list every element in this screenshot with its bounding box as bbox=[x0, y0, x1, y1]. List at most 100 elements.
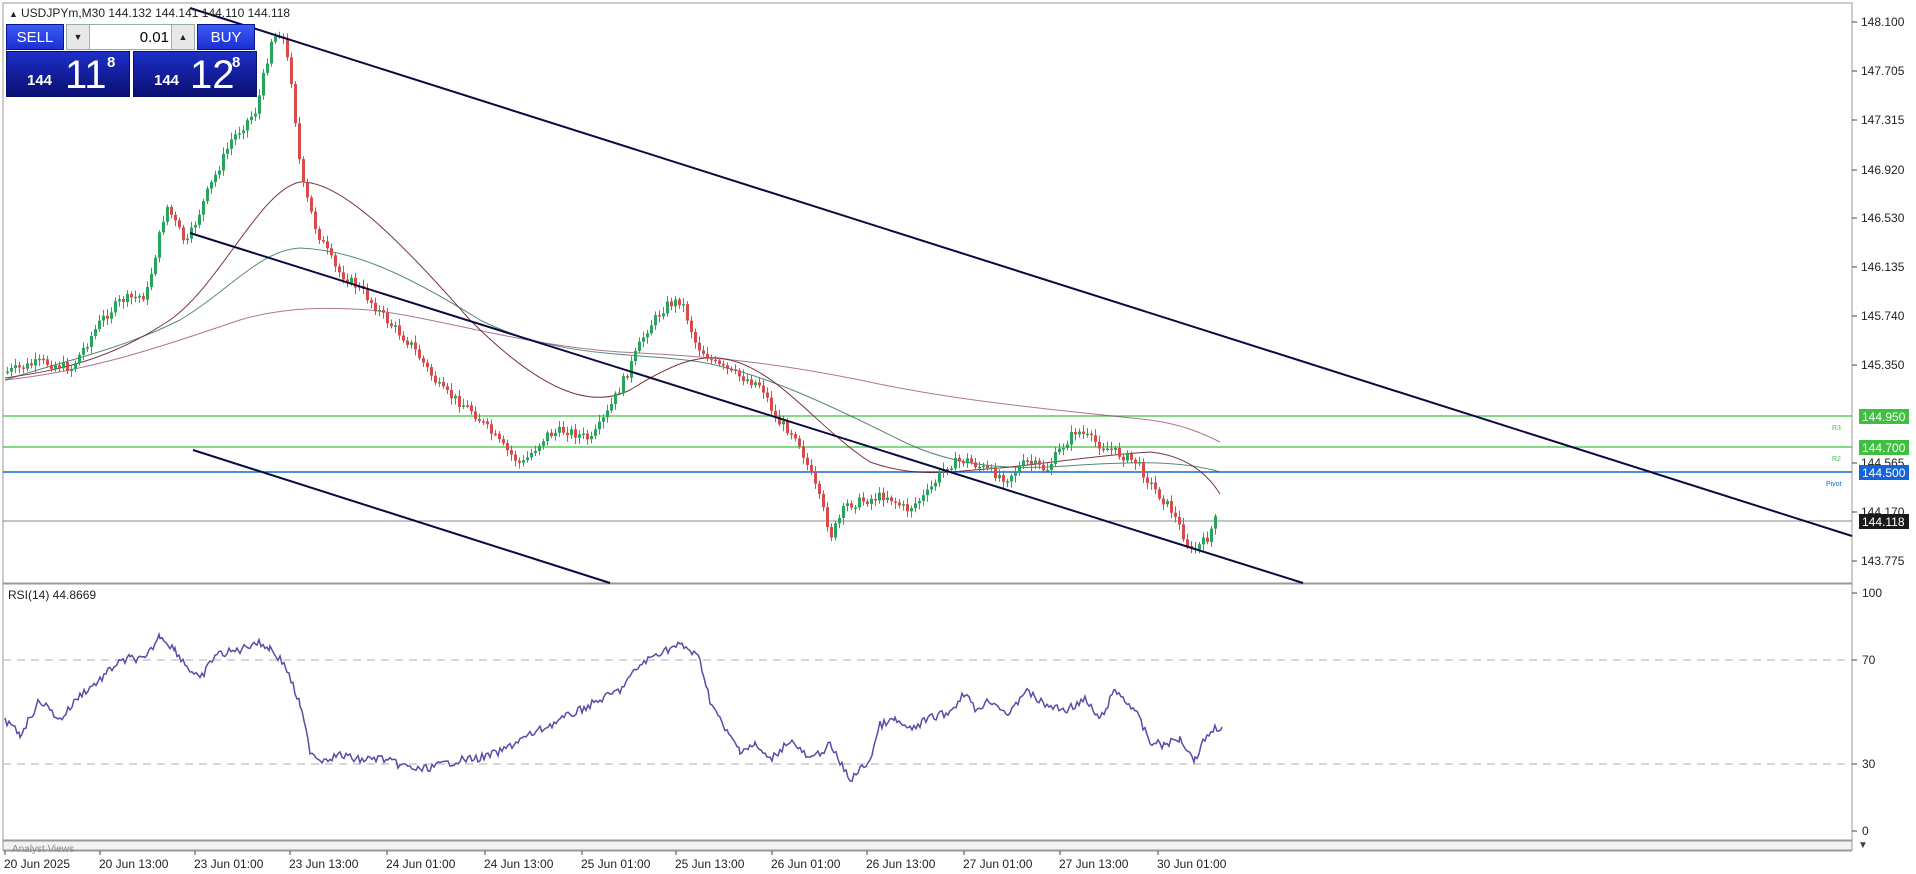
candle-body bbox=[86, 346, 89, 349]
candle-body bbox=[686, 304, 689, 321]
candle-body bbox=[854, 507, 857, 509]
candle-body bbox=[210, 182, 213, 189]
candle-body bbox=[218, 170, 221, 175]
candle-body bbox=[718, 360, 721, 364]
candle-body bbox=[110, 312, 113, 319]
candle-body bbox=[514, 454, 517, 461]
buy-button[interactable]: BUY bbox=[197, 24, 255, 50]
candle-body bbox=[822, 494, 825, 508]
candle-body bbox=[642, 337, 645, 342]
time-tick: 24 Jun 01:00 bbox=[386, 851, 456, 871]
analyst-views-tab[interactable]: Analyst Views bbox=[12, 844, 74, 855]
candle-body bbox=[570, 429, 573, 436]
candle-body bbox=[954, 457, 957, 469]
candle-body bbox=[666, 301, 669, 314]
price-tick-label: 148.100 bbox=[1861, 15, 1905, 29]
time-tick: 27 Jun 13:00 bbox=[1059, 851, 1129, 871]
candle-body bbox=[974, 462, 977, 468]
candle-body bbox=[202, 201, 205, 215]
candle-body bbox=[1070, 432, 1073, 445]
candle-body bbox=[186, 238, 189, 241]
candle-body bbox=[962, 461, 965, 464]
time-axis[interactable]: 20 Jun 2025 20 Jun 13:00 23 Jun 01:00 23… bbox=[4, 851, 1227, 871]
candle-body bbox=[606, 410, 609, 418]
pivot-level-label: Pivot bbox=[1826, 481, 1842, 488]
candle-body bbox=[1046, 469, 1049, 472]
candle-body bbox=[930, 486, 933, 490]
candle-body bbox=[578, 434, 581, 438]
candle-body bbox=[246, 120, 249, 131]
candle-body bbox=[1034, 460, 1037, 465]
candle-body bbox=[1006, 481, 1009, 483]
candle-body bbox=[398, 325, 401, 336]
sell-button[interactable]: SELL bbox=[6, 24, 64, 50]
candle-body bbox=[154, 257, 157, 275]
candle-body bbox=[1214, 516, 1217, 529]
candle-body bbox=[242, 130, 245, 134]
time-tick-label: 26 Jun 13:00 bbox=[866, 857, 936, 871]
lot-increase-icon[interactable]: ▲ bbox=[171, 25, 194, 49]
lot-decrease-icon[interactable]: ▼ bbox=[67, 25, 90, 49]
current-price-tag-label: 144.118 bbox=[1862, 515, 1905, 529]
candle-body bbox=[1050, 463, 1053, 470]
candle-body bbox=[66, 362, 69, 372]
candle-body bbox=[742, 376, 745, 382]
price-tick: 146.135 bbox=[1852, 260, 1905, 274]
candle-body bbox=[274, 36, 277, 42]
candle-body bbox=[214, 174, 217, 183]
sell-price-box[interactable]: 144 11 8 bbox=[6, 51, 130, 97]
candle-body bbox=[290, 57, 293, 85]
candle-body bbox=[558, 426, 561, 433]
candle-body bbox=[338, 266, 341, 273]
candle-body bbox=[1182, 524, 1185, 540]
candle-body bbox=[270, 41, 273, 64]
candle-body bbox=[730, 368, 733, 371]
analyst-views-bar[interactable] bbox=[2, 840, 1853, 851]
candle-body bbox=[602, 417, 605, 422]
candle-body bbox=[1178, 516, 1181, 525]
chevron-down-icon[interactable]: ▼ bbox=[1858, 840, 1868, 851]
candle-body bbox=[698, 342, 701, 351]
r3-price-tag-label: 144.950 bbox=[1862, 410, 1906, 424]
candle-body bbox=[1038, 460, 1041, 465]
price-tick: 146.530 bbox=[1852, 211, 1905, 225]
sell-price-prefix: 144 bbox=[27, 72, 53, 89]
candle-body bbox=[830, 527, 833, 538]
candle-body bbox=[230, 139, 233, 149]
candle-body bbox=[1094, 435, 1097, 442]
candle-body bbox=[478, 419, 481, 422]
candle-body bbox=[522, 460, 525, 463]
candle-body bbox=[886, 497, 889, 501]
candle-body bbox=[814, 472, 817, 484]
price-axis[interactable]: 148.100 147.705 147.315 146.920 146.530 … bbox=[1852, 15, 1905, 568]
symbol-triangle-icon[interactable]: ▲ bbox=[9, 9, 18, 19]
candle-body bbox=[866, 501, 869, 504]
time-tick-label: 23 Jun 13:00 bbox=[289, 857, 359, 871]
sell-price-sup: 8 bbox=[107, 54, 116, 71]
buy-price-box[interactable]: 144 12 8 bbox=[133, 51, 257, 97]
candle-body bbox=[638, 341, 641, 351]
lot-size-input[interactable] bbox=[91, 25, 173, 49]
candle-body bbox=[594, 429, 597, 436]
candle-body bbox=[1014, 472, 1017, 476]
candle-body bbox=[714, 359, 717, 362]
candle-body bbox=[1106, 448, 1109, 451]
candle-body bbox=[1126, 453, 1129, 461]
candle-body bbox=[430, 367, 433, 376]
candle-body bbox=[850, 503, 853, 508]
candle-body bbox=[710, 358, 713, 361]
candle-body bbox=[74, 363, 77, 370]
candle-body bbox=[858, 497, 861, 508]
candle-body bbox=[998, 474, 1001, 479]
price-tick-label: 145.740 bbox=[1861, 309, 1905, 323]
candle-body bbox=[746, 379, 749, 382]
candle-body bbox=[738, 370, 741, 377]
candle-body bbox=[542, 441, 545, 446]
candle-body bbox=[194, 224, 197, 228]
r3-level-label: R3 bbox=[1832, 425, 1841, 432]
candle-body bbox=[198, 214, 201, 225]
r2-level-label: R2 bbox=[1832, 456, 1841, 463]
candle-body bbox=[490, 424, 493, 434]
candle-body bbox=[314, 211, 317, 230]
candle-body bbox=[970, 458, 973, 463]
